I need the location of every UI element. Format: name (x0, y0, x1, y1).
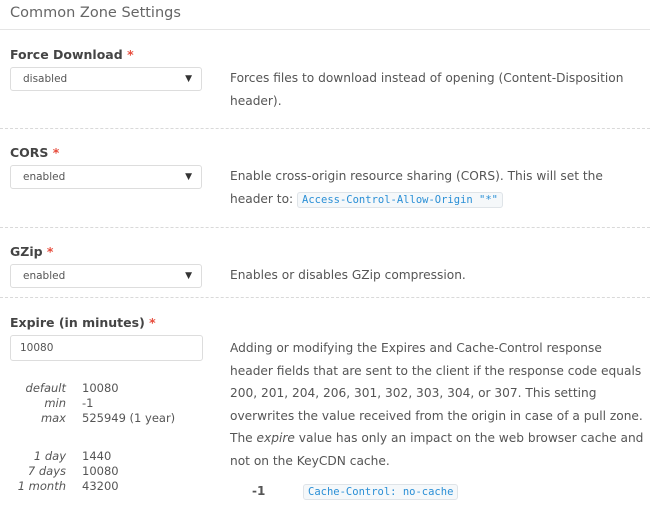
force-download-section: Force Download * disabled ▼ Forces files… (0, 30, 650, 129)
caret-down-icon: ▼ (185, 172, 192, 182)
panel-title: Common Zone Settings (10, 5, 181, 21)
force-download-label: Force Download * (10, 47, 134, 62)
cors-description: Enable cross-origin resource sharing (CO… (230, 169, 603, 208)
expire-section: Expire (in minutes) * 10080 default 1008… (0, 298, 650, 508)
caret-down-icon: ▼ (185, 271, 192, 281)
caret-down-icon: ▼ (185, 74, 192, 84)
cors-select[interactable]: enabled ▼ (10, 165, 202, 189)
force-download-select[interactable]: disabled ▼ (10, 67, 202, 91)
required-asterisk: * (127, 47, 134, 62)
required-asterisk: * (52, 145, 60, 160)
cors-label: CORS * (10, 145, 60, 160)
expire-description: Adding or modifying the Expires and Cach… (230, 341, 644, 468)
cors-section: CORS * enabled ▼ Enable cross-origin res… (0, 129, 650, 228)
panel-header: Common Zone Settings (0, 0, 650, 30)
required-asterisk: * (149, 315, 156, 330)
expire-input[interactable]: 10080 (10, 335, 203, 361)
expire-label: Expire (in minutes) * (10, 315, 156, 330)
gzip-section: GZip * enabled ▼ Enables or disables GZi… (0, 228, 650, 298)
cors-header-code: Access-Control-Allow-Origin "*" (297, 191, 503, 208)
required-asterisk: * (46, 244, 54, 259)
gzip-label: GZip * (10, 244, 54, 259)
gzip-select[interactable]: enabled ▼ (10, 264, 202, 288)
cache-control-code: Cache-Control: no-cache (303, 484, 459, 500)
force-download-description: Forces files to download instead of open… (230, 71, 624, 108)
gzip-description: Enables or disables GZip compression. (230, 268, 466, 282)
